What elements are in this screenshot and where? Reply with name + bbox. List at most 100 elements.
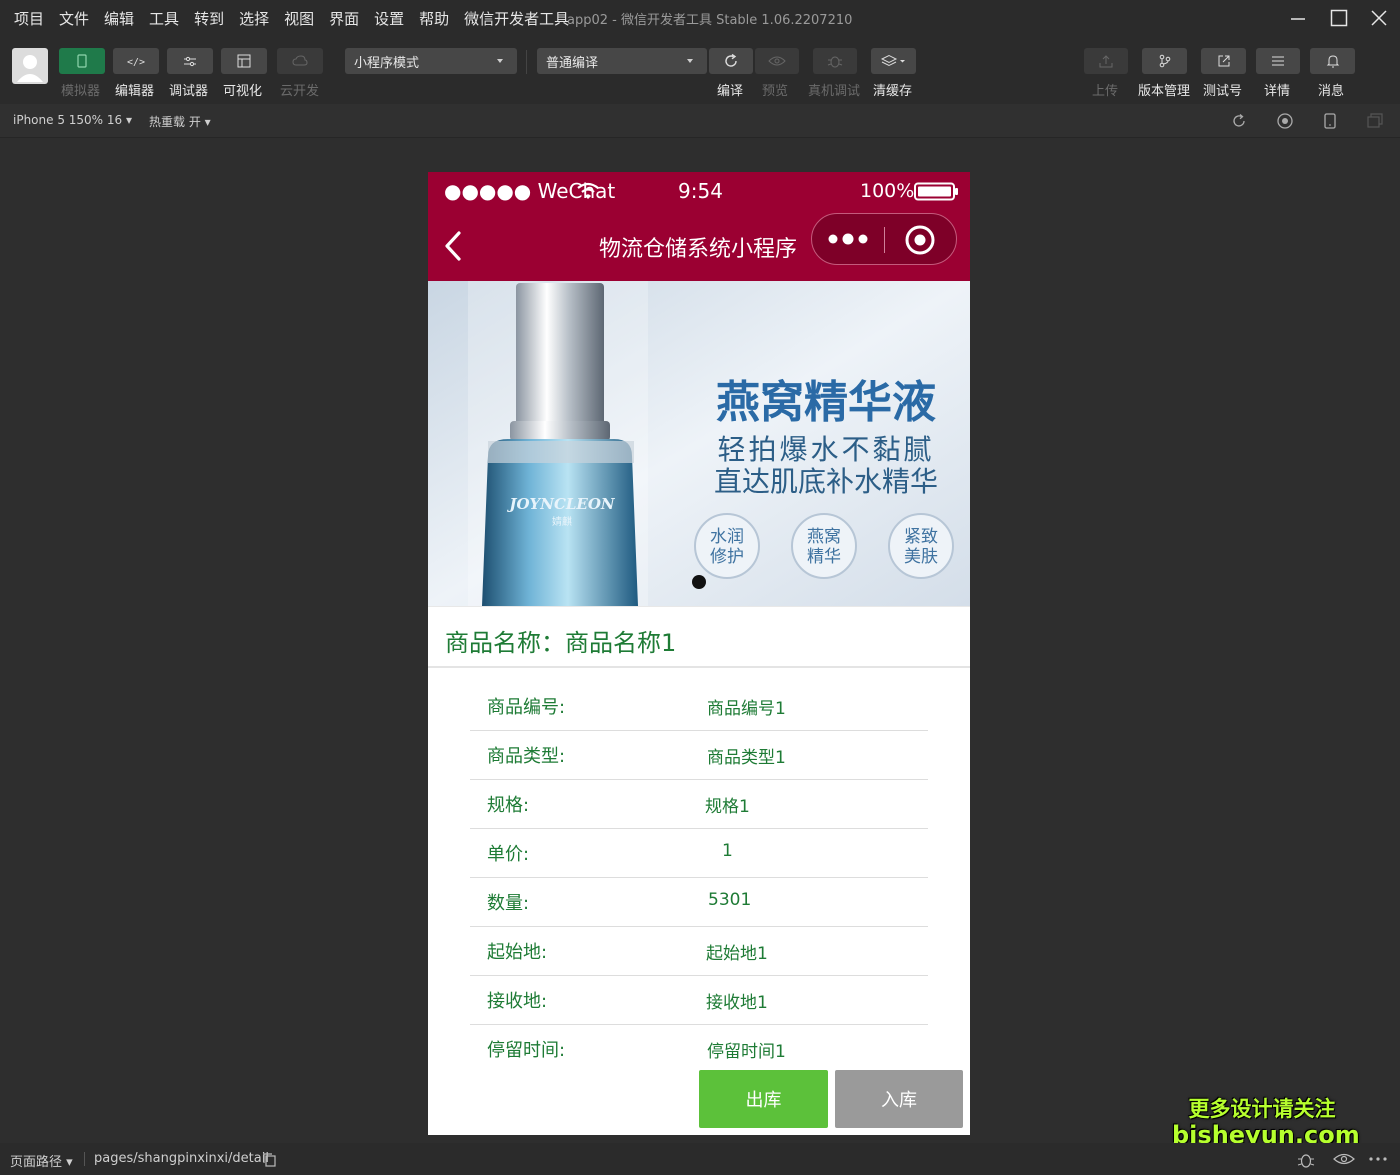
maximize-icon bbox=[1330, 9, 1348, 27]
messages-button[interactable] bbox=[1310, 48, 1355, 74]
menu-select[interactable]: 选择 bbox=[234, 8, 274, 29]
detail-value: 起始地1 bbox=[706, 944, 768, 964]
battery-icon bbox=[914, 182, 958, 201]
bug-icon bbox=[827, 56, 843, 68]
mode-select-value: 小程序模式 bbox=[354, 55, 420, 71]
details-button[interactable] bbox=[1256, 48, 1300, 74]
banner-line2: 直达肌底补水精华 bbox=[714, 465, 938, 498]
badge-firming-bottom: 美肤 bbox=[904, 547, 938, 567]
banner-headline: 燕窝精华液 bbox=[716, 377, 936, 428]
detail-value: 商品类型1 bbox=[707, 748, 786, 768]
brand-cn-text: 婧麒 bbox=[552, 515, 572, 528]
minimize-button[interactable] bbox=[1283, 4, 1313, 32]
menu-project[interactable]: 项目 bbox=[9, 8, 49, 29]
close-window-button[interactable] bbox=[1364, 4, 1394, 32]
simulator-button[interactable] bbox=[59, 48, 105, 74]
debugger-button[interactable] bbox=[167, 48, 213, 74]
device-select-value: iPhone 5 150% 16 bbox=[13, 113, 123, 127]
detail-label: 停留时间: bbox=[487, 1040, 566, 1061]
badge-essence: 燕窝 精华 bbox=[791, 513, 857, 579]
main-toolbar: 模拟器 </> 编辑器 调试器 可视化 云开发 小程序模式 普通编译 编译 预览… bbox=[0, 36, 1400, 104]
rotate-icon[interactable] bbox=[1230, 112, 1248, 130]
sliders-icon bbox=[184, 56, 196, 67]
stock-in-button[interactable]: 入库 bbox=[835, 1070, 963, 1128]
maximize-button[interactable] bbox=[1324, 4, 1354, 32]
device-select[interactable]: iPhone 5 150% 16 ▾ bbox=[13, 113, 132, 127]
back-icon[interactable] bbox=[442, 230, 464, 262]
detail-row-code: 商品编号: 商品编号1 bbox=[470, 682, 928, 731]
record-icon[interactable] bbox=[1276, 112, 1294, 130]
visual-button[interactable] bbox=[221, 48, 267, 74]
window-title: app02 - 微信开发者工具 Stable 1.06.2207210 bbox=[567, 13, 853, 28]
cloud-button[interactable] bbox=[277, 48, 323, 74]
remote-debug-label: 真机调试 bbox=[808, 84, 861, 99]
editor-button[interactable]: </> bbox=[113, 48, 159, 74]
multi-window-icon[interactable] bbox=[1366, 112, 1384, 130]
badge-essence-top: 燕窝 bbox=[807, 527, 841, 547]
avatar[interactable] bbox=[12, 48, 48, 84]
page-title: 物流仓储系统小程序 bbox=[599, 237, 798, 262]
badge-hydrate-top: 水润 bbox=[710, 527, 744, 547]
code-icon: </> bbox=[127, 57, 145, 67]
branch-icon bbox=[1159, 54, 1170, 68]
visual-label: 可视化 bbox=[223, 84, 263, 99]
simulator-subbar: iPhone 5 150% 16 ▾ 热重载 开 ▾ bbox=[0, 104, 1400, 138]
compile-button[interactable] bbox=[709, 48, 753, 74]
bug-icon[interactable] bbox=[1296, 1151, 1316, 1169]
badge-firming: 紧致 美肤 bbox=[888, 513, 954, 579]
menu-help[interactable]: 帮助 bbox=[414, 8, 454, 29]
test-account-button[interactable] bbox=[1201, 48, 1246, 74]
more-icon[interactable] bbox=[1368, 1152, 1388, 1166]
close-target-icon[interactable] bbox=[904, 224, 936, 256]
stock-out-button[interactable]: 出库 bbox=[699, 1070, 828, 1128]
preview-button[interactable] bbox=[755, 48, 799, 74]
bottom-status-bar: 页面路径 ▾ pages/shangpinxinxi/detail bbox=[0, 1143, 1400, 1175]
chevron-down-icon bbox=[497, 59, 503, 63]
eye-icon bbox=[768, 56, 786, 66]
detail-label: 商品类型: bbox=[487, 746, 566, 767]
menu-interface[interactable]: 界面 bbox=[324, 8, 364, 29]
editor-label: 编辑器 bbox=[115, 84, 155, 99]
menu-edit[interactable]: 编辑 bbox=[99, 8, 139, 29]
menu-goto[interactable]: 转到 bbox=[189, 8, 229, 29]
menu-settings[interactable]: 设置 bbox=[369, 8, 409, 29]
eye-icon[interactable] bbox=[1333, 1152, 1355, 1166]
menu-view[interactable]: 视图 bbox=[279, 8, 319, 29]
page-path: pages/shangpinxinxi/detail bbox=[94, 1151, 269, 1166]
banner-image: JOYNCLEON 婧麒 燕窝精华液 轻拍爆水不黏腻 直达肌底补水精华 水润 修… bbox=[428, 281, 970, 606]
detail-label: 接收地: bbox=[487, 991, 548, 1012]
clear-cache-button[interactable] bbox=[871, 48, 916, 74]
close-icon bbox=[1371, 10, 1387, 26]
compile-select[interactable]: 普通编译 bbox=[537, 48, 707, 74]
simulator-label: 模拟器 bbox=[61, 84, 101, 99]
menu-file[interactable]: 文件 bbox=[54, 8, 94, 29]
phone-icon[interactable] bbox=[1321, 112, 1339, 130]
detail-value: 1 bbox=[722, 841, 733, 861]
menu-wechat-devtools[interactable]: 微信开发者工具 bbox=[459, 8, 574, 29]
detail-row-type: 商品类型: 商品类型1 bbox=[470, 731, 928, 780]
upload-button[interactable] bbox=[1084, 48, 1128, 74]
more-icon[interactable] bbox=[827, 230, 869, 248]
details-label: 详情 bbox=[1264, 84, 1291, 99]
watermark: 更多设计请关注 bisheyun.com bbox=[1172, 1096, 1360, 1148]
phone-icon bbox=[77, 54, 87, 68]
page-path-toggle[interactable]: 页面路径 ▾ bbox=[10, 1151, 73, 1170]
hot-reload-toggle[interactable]: 热重载 开 ▾ bbox=[149, 113, 211, 130]
minimize-icon bbox=[1291, 18, 1305, 20]
mode-select[interactable]: 小程序模式 bbox=[345, 48, 517, 74]
copy-icon[interactable] bbox=[262, 1152, 277, 1167]
messages-label: 消息 bbox=[1318, 84, 1345, 99]
clock: 9:54 bbox=[678, 179, 723, 203]
banner-carousel[interactable]: JOYNCLEON 婧麒 燕窝精华液 轻拍爆水不黏腻 直达肌底补水精华 水润 修… bbox=[428, 281, 970, 606]
detail-value: 接收地1 bbox=[706, 993, 768, 1013]
preview-label: 预览 bbox=[762, 84, 789, 99]
carousel-dot[interactable] bbox=[692, 575, 706, 589]
debugger-label: 调试器 bbox=[169, 84, 209, 99]
user-icon bbox=[17, 55, 43, 82]
cloud-label: 云开发 bbox=[280, 84, 320, 99]
menu-tools[interactable]: 工具 bbox=[144, 8, 184, 29]
remote-debug-button[interactable] bbox=[813, 48, 857, 74]
detail-row-stay-time: 停留时间: 停留时间1 bbox=[470, 1025, 928, 1074]
compile-select-value: 普通编译 bbox=[546, 55, 599, 71]
version-button[interactable] bbox=[1142, 48, 1187, 74]
